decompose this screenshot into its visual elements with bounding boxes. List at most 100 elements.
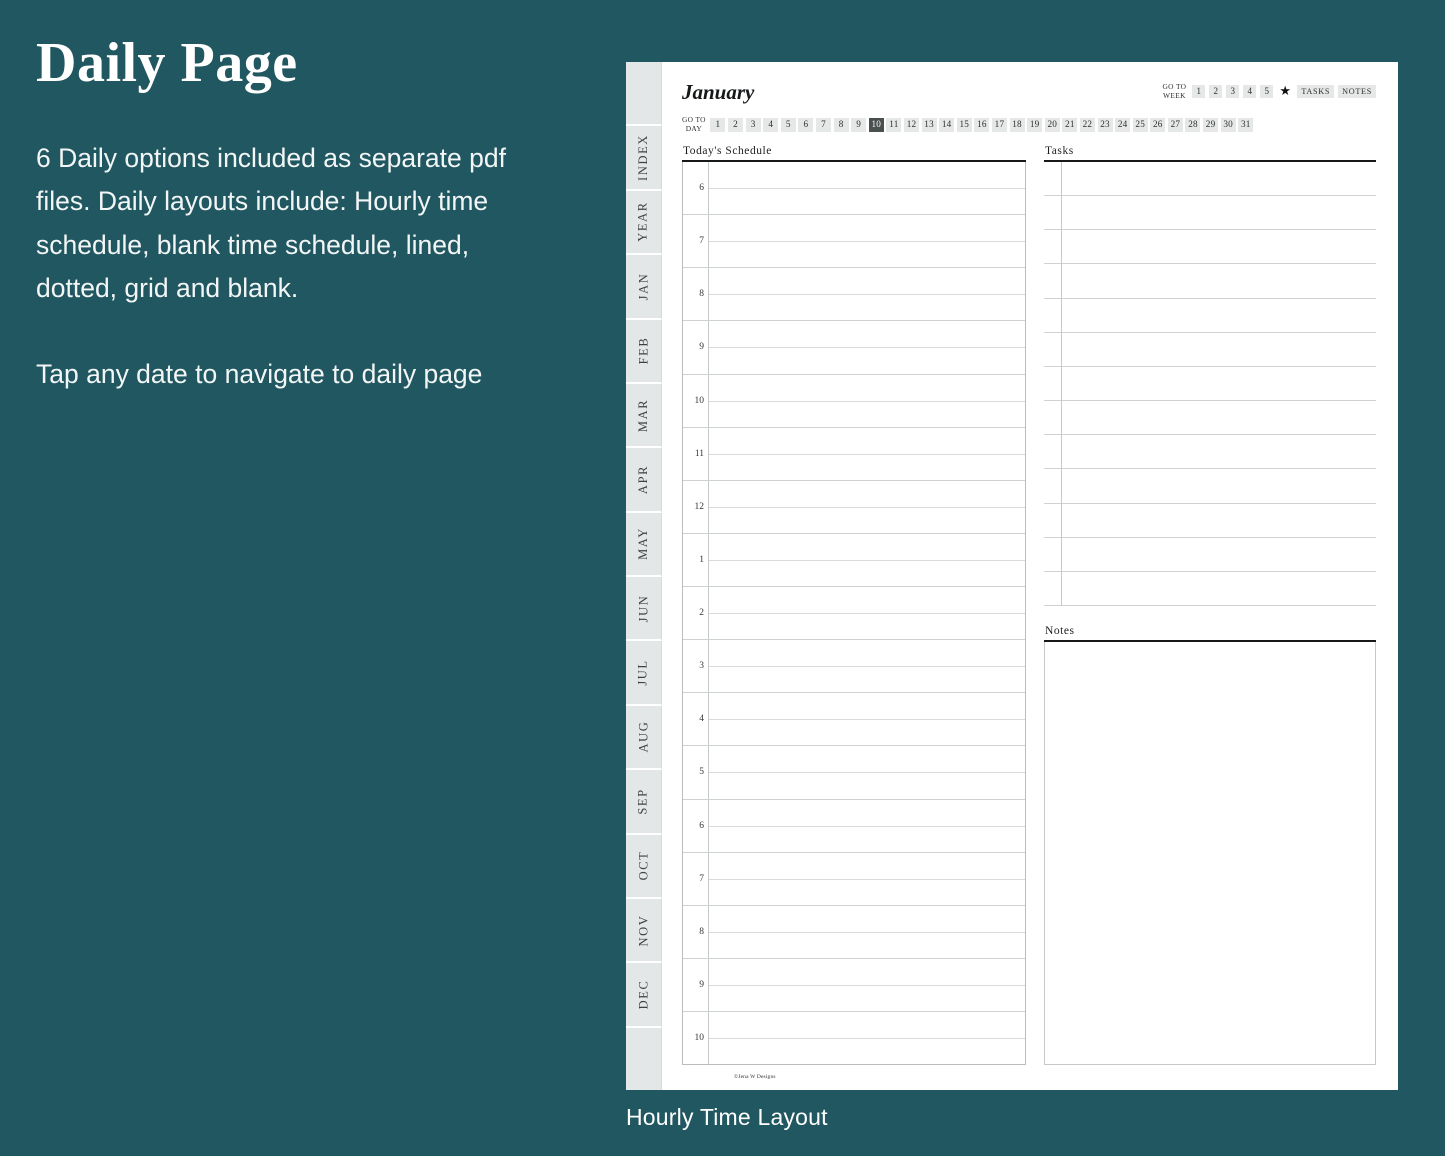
day-chip-30[interactable]: 30 — [1220, 118, 1236, 132]
hour-entry-area[interactable] — [709, 1012, 1025, 1064]
tab-jul[interactable]: JUL — [626, 641, 662, 706]
day-chip-20[interactable]: 20 — [1044, 118, 1060, 132]
task-line[interactable] — [1044, 469, 1376, 504]
day-chip-19[interactable]: 19 — [1027, 118, 1043, 132]
day-chip-31[interactable]: 31 — [1238, 118, 1254, 132]
tab-mar[interactable]: MAR — [626, 383, 662, 449]
day-chip-12[interactable]: 12 — [903, 118, 919, 132]
task-line[interactable] — [1044, 538, 1376, 572]
day-chip-23[interactable]: 23 — [1097, 118, 1113, 132]
hour-entry-area[interactable] — [709, 268, 1025, 320]
tasks-list[interactable] — [1044, 162, 1376, 607]
hour-entry-area[interactable] — [709, 215, 1025, 267]
hour-block-5[interactable]: 5 — [683, 746, 1025, 800]
notes-area[interactable] — [1044, 642, 1376, 1065]
hour-entry-area[interactable] — [709, 693, 1025, 745]
week-chip-4[interactable]: 4 — [1243, 85, 1257, 99]
hour-block-6[interactable]: 6 — [683, 162, 1025, 216]
hour-entry-area[interactable] — [709, 800, 1025, 852]
week-chip-2[interactable]: 2 — [1209, 85, 1223, 99]
day-chip-15[interactable]: 15 — [956, 118, 972, 132]
hour-entry-area[interactable] — [709, 534, 1025, 586]
hour-block-4[interactable]: 4 — [683, 693, 1025, 747]
hour-entry-area[interactable] — [709, 853, 1025, 905]
day-chip-5[interactable]: 5 — [780, 118, 796, 132]
day-chip-22[interactable]: 22 — [1079, 118, 1095, 132]
hour-entry-area[interactable] — [709, 640, 1025, 692]
schedule-grid[interactable]: 6 7 8 9 10 11 12 1 2 3 4 5 6 7 8 9 10 — [682, 162, 1026, 1065]
hour-entry-area[interactable] — [709, 321, 1025, 373]
task-line[interactable] — [1044, 504, 1376, 538]
day-chip-14[interactable]: 14 — [939, 118, 955, 132]
hour-block-1[interactable]: 1 — [683, 533, 1025, 587]
day-chip-4[interactable]: 4 — [763, 118, 779, 132]
task-line[interactable] — [1044, 264, 1376, 299]
tasks-nav-button[interactable]: TASKS — [1297, 85, 1335, 99]
day-chip-29[interactable]: 29 — [1203, 118, 1219, 132]
task-line[interactable] — [1044, 196, 1376, 231]
day-chip-17[interactable]: 17 — [991, 118, 1007, 132]
hour-block-12[interactable]: 12 — [683, 480, 1025, 534]
hour-entry-area[interactable] — [709, 375, 1025, 427]
tab-aug[interactable]: AUG — [626, 705, 662, 771]
day-chip-9[interactable]: 9 — [851, 118, 867, 132]
tab-year[interactable]: YEAR — [626, 190, 662, 256]
day-chip-7[interactable]: 7 — [816, 118, 832, 132]
hour-block-8[interactable]: 8 — [683, 268, 1025, 322]
hour-entry-area[interactable] — [709, 428, 1025, 480]
day-chip-16[interactable]: 16 — [974, 118, 990, 132]
task-line[interactable] — [1044, 162, 1376, 197]
day-chip-11[interactable]: 11 — [886, 118, 902, 132]
task-line[interactable] — [1044, 435, 1376, 470]
hour-entry-area[interactable] — [709, 906, 1025, 958]
hour-entry-area[interactable] — [709, 959, 1025, 1011]
hour-block-9[interactable]: 9 — [683, 958, 1025, 1012]
task-line[interactable] — [1044, 572, 1376, 607]
day-chip-3[interactable]: 3 — [745, 118, 761, 132]
task-line[interactable] — [1044, 299, 1376, 333]
hour-block-10[interactable]: 10 — [683, 1012, 1025, 1065]
star-icon[interactable]: ★ — [1277, 84, 1293, 98]
day-chip-6[interactable]: 6 — [798, 118, 814, 132]
task-line[interactable] — [1044, 367, 1376, 402]
hour-block-2[interactable]: 2 — [683, 587, 1025, 641]
tab-sep[interactable]: SEP — [626, 770, 662, 835]
tab-nov[interactable]: NOV — [626, 898, 662, 964]
hour-entry-area[interactable] — [709, 481, 1025, 533]
tab-jun[interactable]: JUN — [626, 577, 662, 642]
tab-dec[interactable]: DEC — [626, 963, 662, 1028]
tab-oct[interactable]: OCT — [626, 834, 662, 899]
day-chip-27[interactable]: 27 — [1167, 118, 1183, 132]
day-chip-1[interactable]: 1 — [710, 118, 726, 132]
day-chip-10[interactable]: 10 — [868, 118, 884, 132]
day-chip-28[interactable]: 28 — [1185, 118, 1201, 132]
hour-block-6[interactable]: 6 — [683, 799, 1025, 853]
week-chip-5[interactable]: 5 — [1260, 85, 1274, 99]
hour-entry-area[interactable] — [709, 746, 1025, 798]
tab-feb[interactable]: FEB — [626, 319, 662, 384]
day-chip-18[interactable]: 18 — [1009, 118, 1025, 132]
task-line[interactable] — [1044, 401, 1376, 436]
day-chip-13[interactable]: 13 — [921, 118, 937, 132]
tab-index[interactable]: INDEX — [626, 126, 662, 191]
hour-block-3[interactable]: 3 — [683, 640, 1025, 694]
task-line[interactable] — [1044, 333, 1376, 367]
day-chip-2[interactable]: 2 — [728, 118, 744, 132]
hour-block-7[interactable]: 7 — [683, 215, 1025, 269]
day-chip-24[interactable]: 24 — [1115, 118, 1131, 132]
week-chip-3[interactable]: 3 — [1226, 85, 1240, 99]
day-chip-21[interactable]: 21 — [1062, 118, 1078, 132]
tab-jan[interactable]: JAN — [626, 255, 662, 320]
task-line[interactable] — [1044, 230, 1376, 265]
day-chip-25[interactable]: 25 — [1132, 118, 1148, 132]
day-chip-26[interactable]: 26 — [1150, 118, 1166, 132]
hour-block-10[interactable]: 10 — [683, 374, 1025, 428]
hour-entry-area[interactable] — [709, 162, 1025, 214]
hour-block-8[interactable]: 8 — [683, 905, 1025, 959]
week-chip-1[interactable]: 1 — [1192, 85, 1206, 99]
tab-apr[interactable]: APR — [626, 448, 662, 513]
hour-entry-area[interactable] — [709, 587, 1025, 639]
day-chip-8[interactable]: 8 — [833, 118, 849, 132]
tab-may[interactable]: MAY — [626, 512, 662, 577]
hour-block-7[interactable]: 7 — [683, 852, 1025, 906]
